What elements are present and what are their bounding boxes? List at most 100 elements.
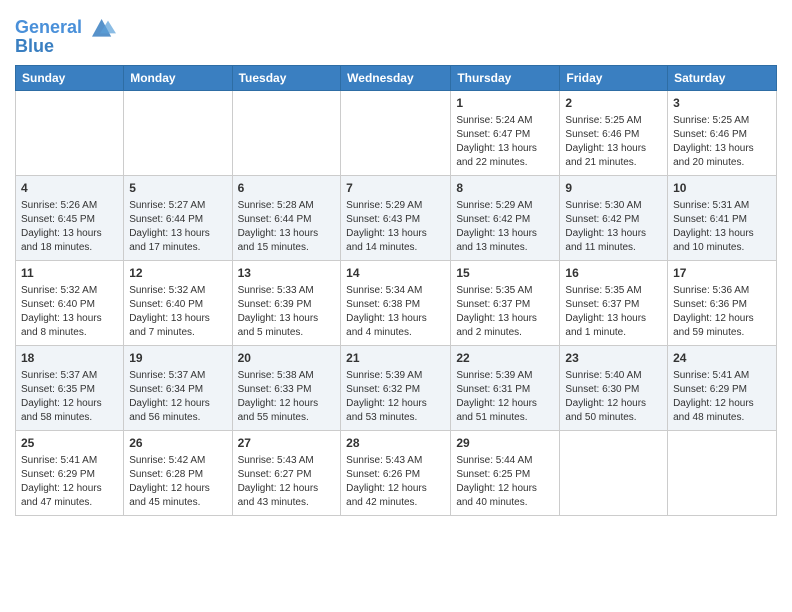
cell-content-line: Sunrise: 5:29 AM [346,199,445,213]
cell-content-line: Sunrise: 5:37 AM [129,369,226,383]
week-row-4: 18Sunrise: 5:37 AMSunset: 6:35 PMDayligh… [16,345,777,430]
cell-content-line: Sunset: 6:39 PM [238,298,336,312]
day-number: 4 [21,180,118,197]
calendar-cell: 14Sunrise: 5:34 AMSunset: 6:38 PMDayligh… [341,260,451,345]
cell-content-line: Sunrise: 5:38 AM [238,369,336,383]
cell-content-line: Daylight: 13 hours and 10 minutes. [673,227,771,255]
cell-content-line: Sunset: 6:27 PM [238,468,336,482]
cell-content-line: Sunset: 6:26 PM [346,468,445,482]
day-number: 21 [346,350,445,367]
cell-content-line: Sunrise: 5:43 AM [346,454,445,468]
calendar-cell: 23Sunrise: 5:40 AMSunset: 6:30 PMDayligh… [560,345,668,430]
cell-content-line: Sunrise: 5:39 AM [346,369,445,383]
cell-content-line: Sunrise: 5:25 AM [565,114,662,128]
cell-content-line: Sunset: 6:35 PM [21,383,118,397]
week-row-2: 4 Sunrise: 5:26 AMSunset: 6:45 PM Daylight… [16,175,777,260]
calendar-cell: 11Sunrise: 5:32 AMSunset: 6:40 PMDayligh… [16,260,124,345]
cell-content-line: Daylight: 13 hours and 7 minutes. [129,312,226,340]
cell-content-line: Sunset: 6:38 PM [346,298,445,312]
cell-content-line: Daylight: 12 hours and 56 minutes. [129,397,226,425]
calendar-cell: 18Sunrise: 5:37 AMSunset: 6:35 PMDayligh… [16,345,124,430]
cell-content-line: Sunset: 6:40 PM [129,298,226,312]
calendar-header: SundayMondayTuesdayWednesdayThursdayFrid… [16,65,777,90]
day-number: 23 [565,350,662,367]
calendar-cell: 26Sunrise: 5:42 AMSunset: 6:28 PMDayligh… [124,430,232,515]
day-number: 24 [673,350,771,367]
day-number: 5 [129,180,226,197]
page-header: General Blue [15,10,777,57]
day-number: 9 [565,180,662,197]
day-number: 7 [346,180,445,197]
calendar-cell: 3Sunrise: 5:25 AMSunset: 6:46 PMDaylight… [668,90,777,175]
logo-text: General [15,18,82,38]
calendar-cell [232,90,341,175]
cell-content-line: Daylight: 12 hours and 43 minutes. [238,482,336,510]
calendar-cell: 1Sunrise: 5:24 AMSunset: 6:47 PMDaylight… [451,90,560,175]
calendar-cell [560,430,668,515]
week-row-1: 1Sunrise: 5:24 AMSunset: 6:47 PMDaylight… [16,90,777,175]
cell-content-line: Sunset: 6:37 PM [565,298,662,312]
cell-content-line: Daylight: 12 hours and 58 minutes. [21,397,118,425]
cell-content-line: Daylight: 13 hours and 17 minutes. [129,227,226,255]
calendar-cell: 21Sunrise: 5:39 AMSunset: 6:32 PMDayligh… [341,345,451,430]
cell-content-line: Sunrise: 5:31 AM [673,199,771,213]
cell-content-line: Sunset: 6:46 PM [565,128,662,142]
calendar-cell: 29Sunrise: 5:44 AMSunset: 6:25 PMDayligh… [451,430,560,515]
calendar-cell: 15Sunrise: 5:35 AMSunset: 6:37 PMDayligh… [451,260,560,345]
cell-content-line: Sunset: 6:34 PM [129,383,226,397]
day-number: 6 [238,180,336,197]
calendar-cell: 7Sunrise: 5:29 AMSunset: 6:43 PMDaylight… [341,175,451,260]
cell-content-line: Daylight: 12 hours and 53 minutes. [346,397,445,425]
cell-content-line: Sunset: 6:42 PM [456,213,554,227]
calendar-cell: 5Sunrise: 5:27 AMSunset: 6:44 PMDaylight… [124,175,232,260]
week-row-3: 11Sunrise: 5:32 AMSunset: 6:40 PMDayligh… [16,260,777,345]
day-number: 17 [673,265,771,282]
week-row-5: 25Sunrise: 5:41 AMSunset: 6:29 PMDayligh… [16,430,777,515]
cell-content-line: Sunrise: 5:34 AM [346,284,445,298]
cell-content-line: Daylight: 12 hours and 42 minutes. [346,482,445,510]
cell-content-line: Sunset: 6:43 PM [346,213,445,227]
cell-content-line: Sunrise: 5:44 AM [456,454,554,468]
cell-content-line: Sunset: 6:44 PM [238,213,336,227]
day-header-tuesday: Tuesday [232,65,341,90]
cell-content-line: Sunrise: 5:32 AM [21,284,118,298]
cell-content-line: Daylight: 12 hours and 50 minutes. [565,397,662,425]
calendar-cell: 13Sunrise: 5:33 AMSunset: 6:39 PMDayligh… [232,260,341,345]
day-number: 2 [565,95,662,112]
calendar-cell: 8Sunrise: 5:29 AMSunset: 6:42 PMDaylight… [451,175,560,260]
cell-content-line: Sunset: 6:44 PM [129,213,226,227]
day-header-saturday: Saturday [668,65,777,90]
calendar-cell: 2 Sunrise: 5:25 AMSunset: 6:46 PMDaylight… [560,90,668,175]
calendar-cell [341,90,451,175]
day-number: 10 [673,180,771,197]
cell-content-line: Sunset: 6:45 PM [21,213,118,227]
calendar-cell: 4Sunrise: 5:26 AMSunset: 6:45 PMDaylight… [16,175,124,260]
logo-icon [84,13,116,41]
cell-content-line: Sunrise: 5:35 AM [456,284,554,298]
calendar-cell: 27Sunrise: 5:43 AMSunset: 6:27 PMDayligh… [232,430,341,515]
cell-content-line: Sunset: 6:28 PM [129,468,226,482]
cell-content-line: Sunrise: 5:42 AM [129,454,226,468]
day-number: 3 [673,95,771,112]
calendar-cell: 22Sunrise: 5:39 AMSunset: 6:31 PMDayligh… [451,345,560,430]
day-number: 20 [238,350,336,367]
cell-content-line: Daylight: 12 hours and 48 minutes. [673,397,771,425]
cell-content-line: Sunrise: 5:26 AM [21,199,118,213]
header-row: SundayMondayTuesdayWednesdayThursdayFrid… [16,65,777,90]
cell-content-line: Daylight: 13 hours and 2 minutes. [456,312,554,340]
day-number: 19 [129,350,226,367]
day-number: 22 [456,350,554,367]
day-number: 16 [565,265,662,282]
cell-content-line: Daylight: 13 hours and 21 minutes. [565,142,662,170]
day-header-wednesday: Wednesday [341,65,451,90]
calendar-cell [16,90,124,175]
cell-content-line: Sunrise: 5:40 AM [565,369,662,383]
cell-content-line: Sunrise: 5:30 AM [565,199,662,213]
cell-content-line: Sunset: 6:29 PM [21,468,118,482]
cell-content-line: Sunset: 6:31 PM [456,383,554,397]
cell-content-line: Daylight: 13 hours and 15 minutes. [238,227,336,255]
cell-content-line: Sunset: 6:37 PM [456,298,554,312]
cell-content-line: Sunrise: 5:32 AM [129,284,226,298]
calendar-cell: 9Sunrise: 5:30 AMSunset: 6:42 PMDaylight… [560,175,668,260]
day-number: 14 [346,265,445,282]
